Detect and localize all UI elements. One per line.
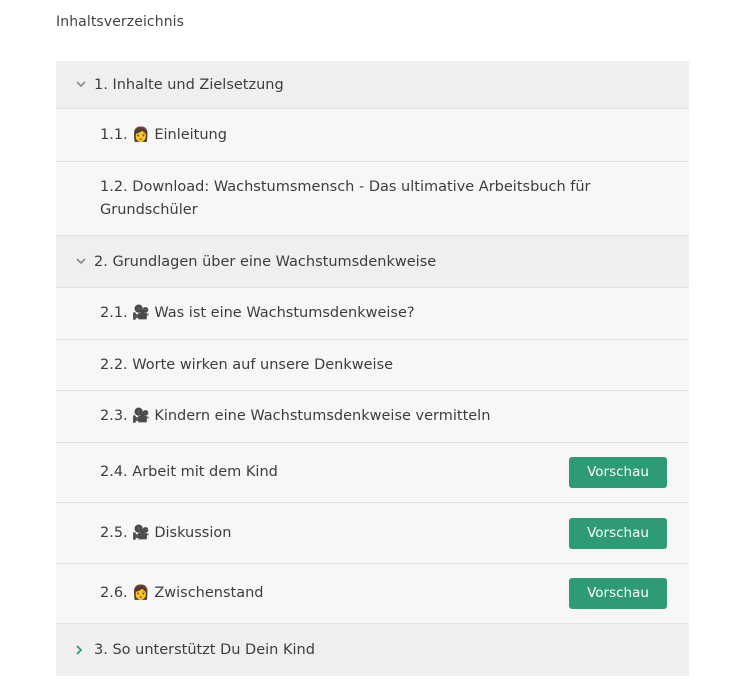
lesson-title: Download: Wachstumsmensch - Das ultimati… (100, 178, 591, 218)
lesson-item-1-1[interactable]: 1.1. 👩 Einleitung (56, 109, 689, 162)
course-toc-page: Inhaltsverzeichnis 1. Inhalte und Zielse… (0, 0, 754, 688)
lesson-number: 2.1. (100, 305, 128, 321)
lesson-number: 1.1. (100, 126, 128, 143)
lesson-title: Kindern eine Wachstumsdenkweise vermitte… (154, 408, 491, 424)
lesson-label: 2.2. Worte wirken auf unsere Denkweise (100, 354, 667, 377)
lesson-title: Was ist eine Wachstumsdenkweise? (154, 305, 415, 321)
preview-button[interactable]: Vorschau (569, 457, 667, 488)
chevron-down-icon (76, 258, 94, 265)
section-label: 2. Grundlagen über eine Wachstumsdenkwei… (94, 253, 437, 270)
section-label: 1. Inhalte und Zielsetzung (94, 76, 284, 93)
lesson-number: 1.2. (100, 178, 128, 195)
lesson-label: 1.2. Download: Wachstumsmensch - Das ult… (100, 176, 667, 222)
lesson-label: 2.4. Arbeit mit dem Kind (100, 461, 569, 484)
lesson-item-1-2[interactable]: 1.2. Download: Wachstumsmensch - Das ult… (56, 162, 689, 236)
lesson-number: 2.2. (100, 356, 128, 373)
movie-camera-icon: 🎥 (132, 524, 150, 541)
lesson-item-2-3[interactable]: 2.3. 🎥 Kindern eine Wachstumsdenkweise v… (56, 391, 689, 443)
woman-emoji-icon: 👩 (132, 126, 150, 143)
lesson-number: 2.6. (100, 585, 128, 601)
lesson-title: Einleitung (154, 126, 227, 143)
section-header-2[interactable]: 2. Grundlagen über eine Wachstumsdenkwei… (56, 236, 689, 288)
lesson-title: Diskussion (154, 524, 232, 541)
lesson-item-2-2[interactable]: 2.2. Worte wirken auf unsere Denkweise (56, 340, 689, 391)
lesson-label: 2.5. 🎥 Diskussion (100, 522, 569, 545)
lesson-title: Worte wirken auf unsere Denkweise (132, 356, 394, 373)
preview-button[interactable]: Vorschau (569, 517, 667, 549)
movie-camera-icon: 🎥 (132, 305, 150, 321)
lesson-label: 2.1. 🎥 Was ist eine Wachstumsdenkweise? (100, 302, 667, 325)
toc-heading: Inhaltsverzeichnis (56, 14, 185, 30)
lesson-number: 2.5. (100, 524, 128, 541)
chevron-down-icon (76, 81, 94, 88)
lesson-label: 2.6. 👩 Zwischenstand (100, 582, 569, 605)
lesson-item-2-6[interactable]: 2.6. 👩 Zwischenstand Vorschau (56, 564, 689, 624)
movie-camera-icon: 🎥 (132, 408, 150, 424)
lesson-title: Arbeit mit dem Kind (132, 464, 278, 480)
lesson-number: 2.3. (100, 408, 128, 424)
preview-button[interactable]: Vorschau (569, 578, 667, 609)
lesson-label: 1.1. 👩 Einleitung (100, 124, 667, 147)
section-label: 3. So unterstützt Du Dein Kind (94, 642, 315, 658)
lesson-item-2-4[interactable]: 2.4. Arbeit mit dem Kind Vorschau (56, 443, 689, 503)
section-header-1[interactable]: 1. Inhalte und Zielsetzung (56, 61, 689, 109)
lesson-item-2-5[interactable]: 2.5. 🎥 Diskussion Vorschau (56, 503, 689, 564)
chevron-right-icon (76, 645, 94, 655)
section-header-3[interactable]: 3. So unterstützt Du Dein Kind (56, 624, 689, 676)
woman-emoji-icon: 👩 (132, 585, 150, 601)
lesson-item-2-1[interactable]: 2.1. 🎥 Was ist eine Wachstumsdenkweise? (56, 288, 689, 340)
lesson-title: Zwischenstand (154, 585, 264, 601)
lesson-label: 2.3. 🎥 Kindern eine Wachstumsdenkweise v… (100, 405, 667, 428)
lesson-number: 2.4. (100, 464, 128, 480)
toc-list: 1. Inhalte und Zielsetzung 1.1. 👩 Einlei… (56, 61, 689, 676)
